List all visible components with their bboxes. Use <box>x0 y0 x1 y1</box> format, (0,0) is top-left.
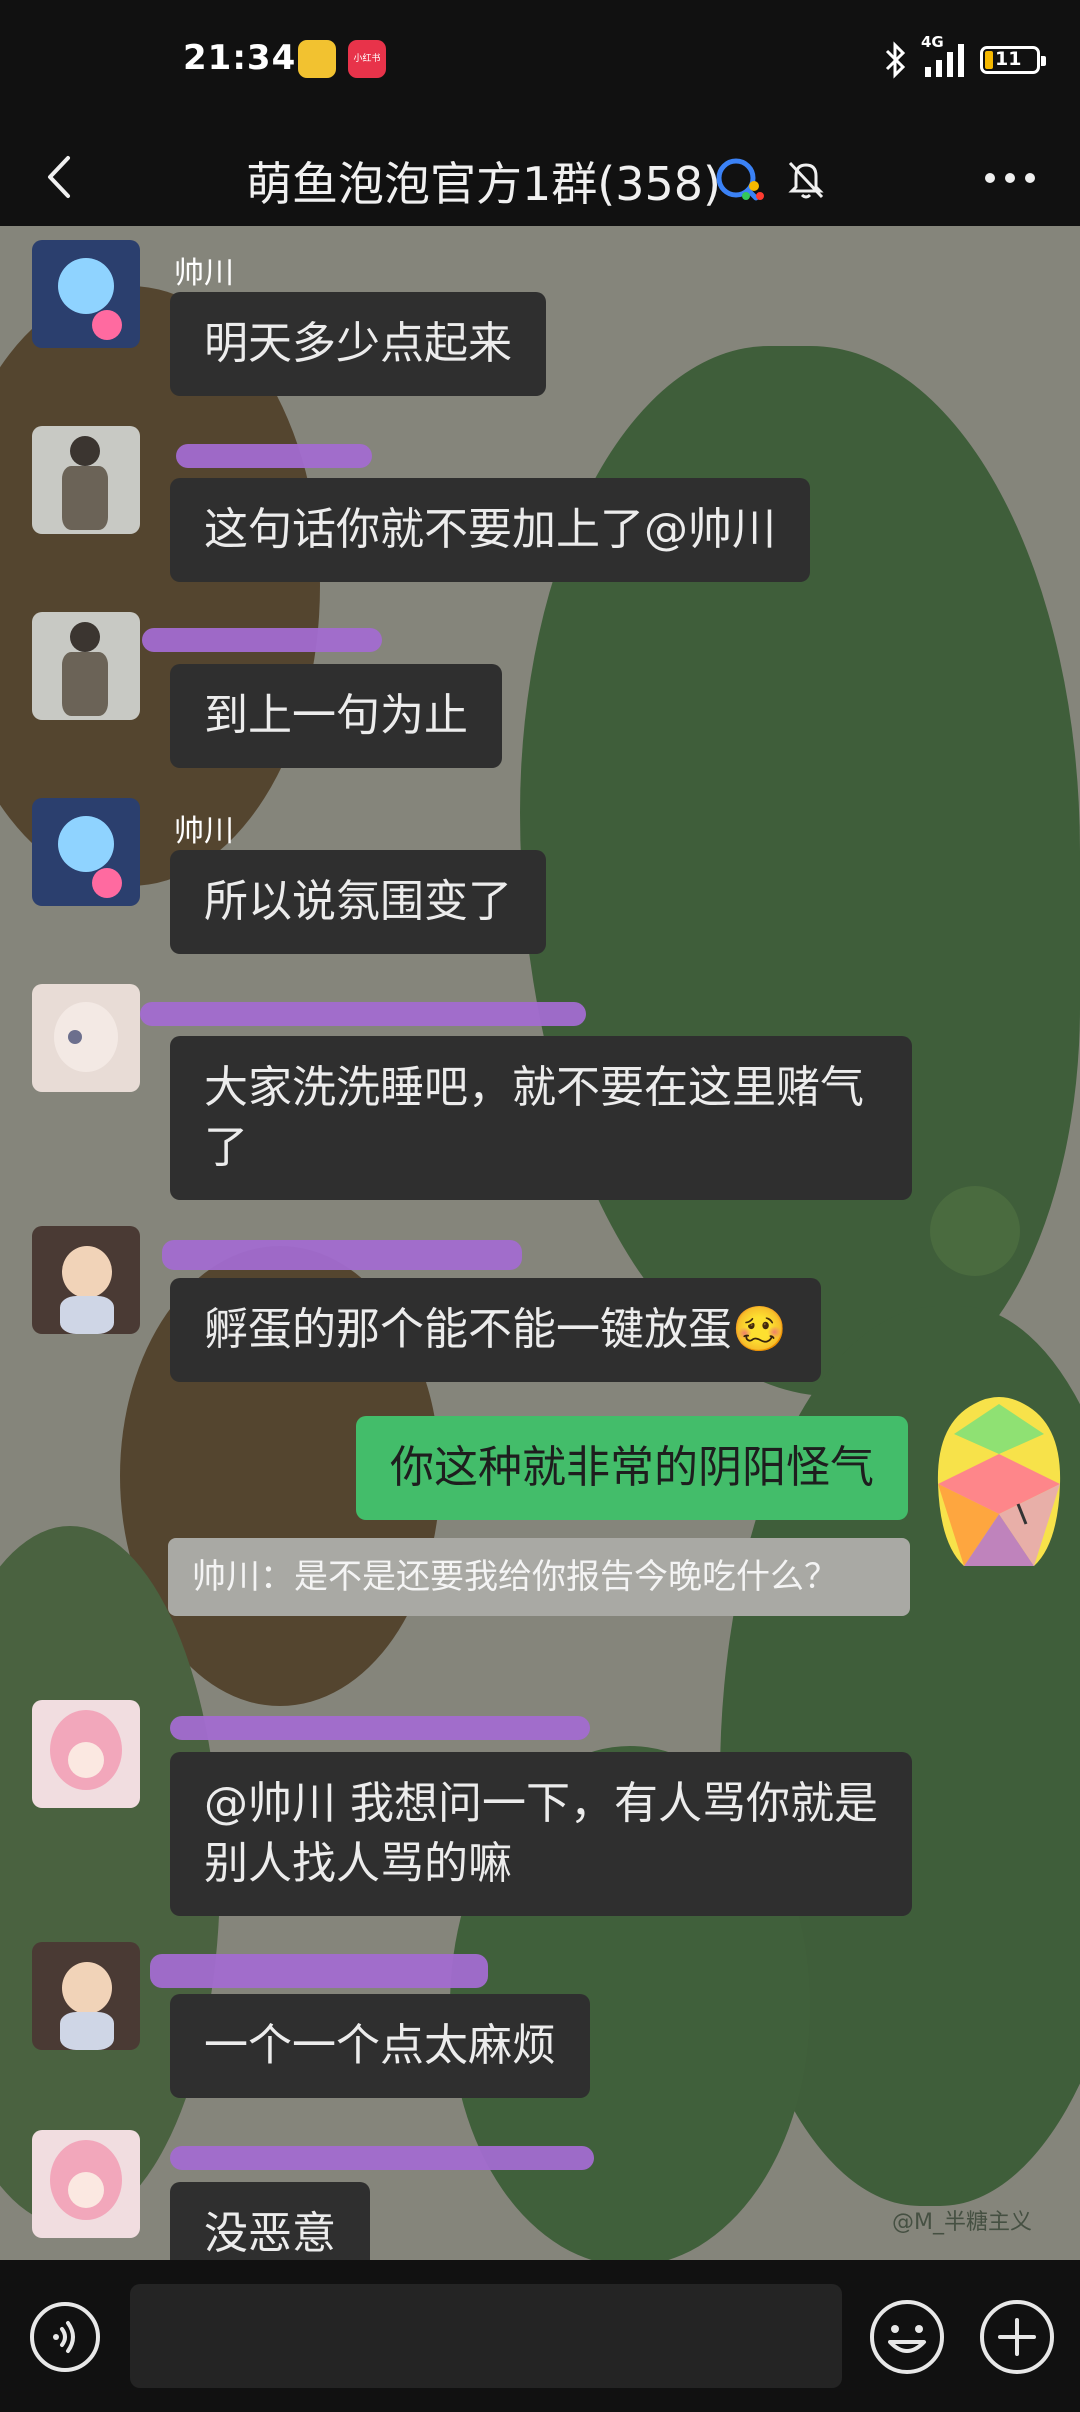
my-message-bubble[interactable]: 你这种就非常的阴阳怪气 <box>356 1416 908 1520</box>
message-bubble[interactable]: 这句话你就不要加上了@帅川 <box>170 478 810 582</box>
emoji-icon[interactable] <box>868 2298 946 2376</box>
message-bubble[interactable]: 大家洗洗睡吧，就不要在这里赌气了 <box>170 1036 912 1200</box>
avatar[interactable] <box>32 1700 140 1808</box>
redacted-sender-name <box>140 1002 586 1026</box>
avatar[interactable] <box>32 612 140 720</box>
input-bar <box>0 2260 1080 2412</box>
message-bubble[interactable]: 没恶意 <box>170 2182 370 2260</box>
chat-message-list[interactable]: 帅川 明天多少点起来 这句话你就不要加上了@帅川 到上一句为止 帅川 所以说氛围… <box>0 226 1080 2260</box>
message-bubble[interactable]: @帅川 我想问一下，有人骂你就是别人找人骂的嘛 <box>170 1752 912 1916</box>
chat-header: 萌鱼泡泡官方1群(358) <box>0 128 1080 226</box>
avatar[interactable] <box>32 798 140 906</box>
message-bubble[interactable]: 到上一句为止 <box>170 664 502 768</box>
more-icon[interactable] <box>980 160 1040 196</box>
my-avatar[interactable] <box>934 1394 1064 1570</box>
battery-icon: 11 <box>980 46 1046 74</box>
avatar[interactable] <box>32 1226 140 1334</box>
mute-bell-icon[interactable] <box>786 157 826 201</box>
message-bubble[interactable]: 一个一个点太麻烦 <box>170 1994 590 2098</box>
watermark: @M_半糖主义 <box>892 2210 1032 2235</box>
redacted-sender-name <box>170 2146 594 2170</box>
quoted-message[interactable]: 帅川：是不是还要我给你报告今晚吃什么？ <box>168 1538 910 1616</box>
sender-name: 帅川 <box>174 256 234 291</box>
status-bar: 21:34 小红书 4G 11 <box>0 0 1080 128</box>
message-bubble[interactable]: 明天多少点起来 <box>170 292 546 396</box>
redacted-sender-name <box>162 1240 522 1270</box>
plus-icon[interactable] <box>978 2298 1056 2376</box>
avatar[interactable] <box>32 426 140 534</box>
xiaohongshu-app-icon: 小红书 <box>348 40 386 78</box>
status-time: 21:34 <box>183 38 297 78</box>
message-input[interactable] <box>130 2284 842 2388</box>
message-bubble[interactable]: 所以说氛围变了 <box>170 850 546 954</box>
sender-name: 帅川 <box>174 814 234 849</box>
chat-title[interactable]: 萌鱼泡泡官方1群(358) <box>246 148 721 214</box>
redacted-sender-name <box>176 444 372 468</box>
redacted-sender-name <box>142 628 382 652</box>
avatar[interactable] <box>32 240 140 348</box>
avatar[interactable] <box>32 1942 140 2050</box>
avatar[interactable] <box>32 984 140 1092</box>
notification-app-icon <box>298 40 336 78</box>
bluetooth-icon <box>885 41 906 79</box>
avatar[interactable] <box>32 2130 140 2238</box>
signal-icon: 4G <box>921 33 964 77</box>
group-chat-icon[interactable] <box>712 156 768 202</box>
redacted-sender-name <box>170 1716 590 1740</box>
redacted-sender-name <box>150 1954 488 1988</box>
back-icon[interactable] <box>38 150 88 204</box>
message-bubble[interactable]: 孵蛋的那个能不能一键放蛋🥴 <box>170 1278 821 1382</box>
voice-icon[interactable] <box>28 2300 102 2374</box>
